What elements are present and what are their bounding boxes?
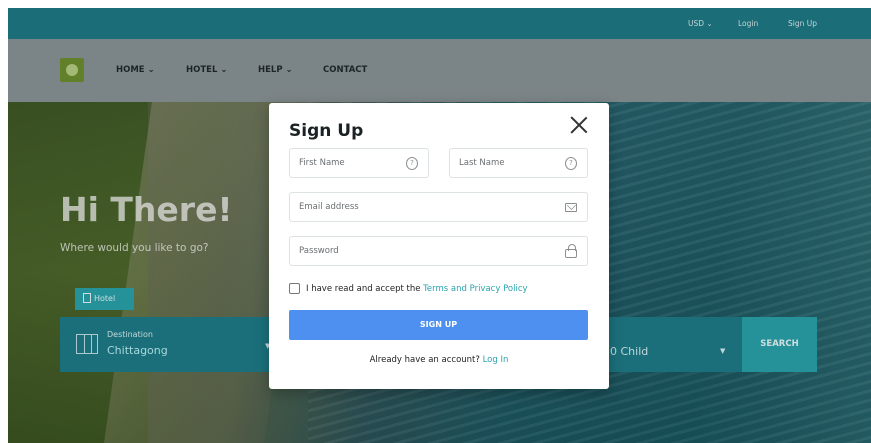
help-icon: ? <box>406 157 418 170</box>
signup-button[interactable]: SIGN UP <box>289 310 588 340</box>
email-field[interactable] <box>289 192 588 222</box>
terms-link[interactable]: Terms and Privacy Policy <box>423 284 527 294</box>
password-field[interactable] <box>289 236 588 266</box>
lock-icon <box>565 244 577 258</box>
login-link-modal[interactable]: Log In <box>483 355 509 365</box>
page: USD ⌄ Login Sign Up HOME ⌄ HOTEL ⌄ HELP … <box>8 8 871 443</box>
login-prompt-text: Already have an account? <box>369 355 483 365</box>
email-input[interactable] <box>290 193 587 221</box>
login-prompt: Already have an account? Log In <box>269 355 609 365</box>
terms-text: I have read and accept the Terms and Pri… <box>306 283 528 295</box>
close-icon[interactable] <box>569 115 589 135</box>
last-name-field[interactable]: ? <box>449 148 588 178</box>
modal-title: Sign Up <box>289 121 364 141</box>
help-icon: ? <box>565 157 577 170</box>
terms-checkbox[interactable] <box>289 283 300 294</box>
terms-prefix: I have read and accept the <box>306 284 424 294</box>
mail-icon <box>565 203 577 212</box>
signup-modal: Sign Up ? ? I have read and accept the T… <box>269 103 609 389</box>
first-name-field[interactable]: ? <box>289 148 429 178</box>
password-input[interactable] <box>290 237 587 265</box>
